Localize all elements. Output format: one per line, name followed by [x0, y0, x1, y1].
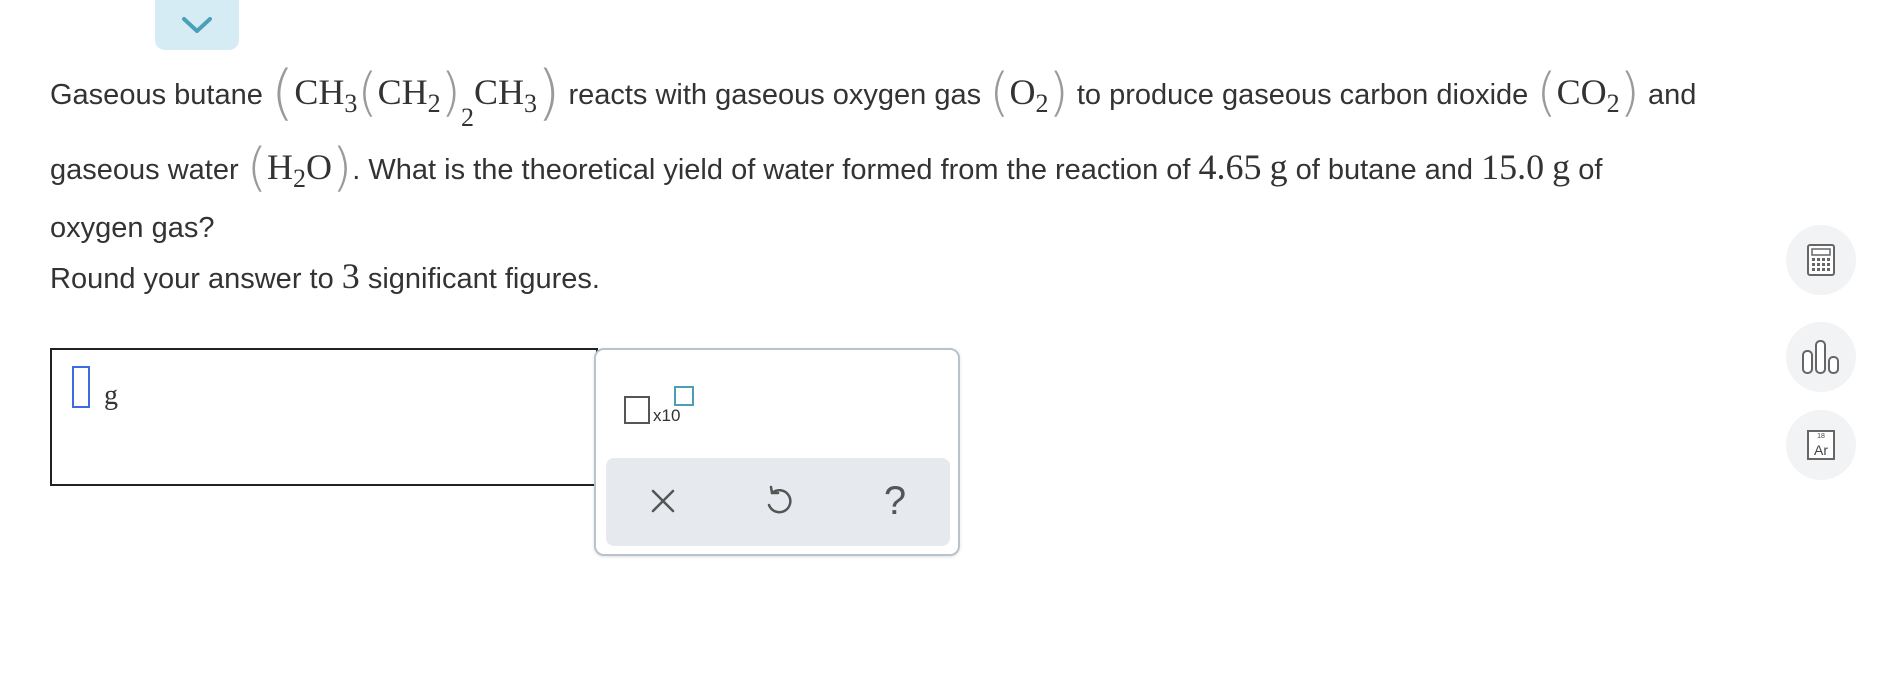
- help-button[interactable]: ?: [870, 476, 920, 526]
- periodic-table-button[interactable]: 18 Ar: [1786, 410, 1856, 480]
- close-icon: [651, 489, 675, 513]
- of-text: of: [1578, 154, 1603, 186]
- and-text: and: [1648, 79, 1697, 111]
- co2-formula: CO2: [1556, 72, 1620, 118]
- undo-icon: [767, 485, 792, 514]
- butane-formula: CH3(CH2)2CH3: [294, 63, 537, 132]
- answer-unit: g: [104, 380, 118, 411]
- water-formula: H2O: [266, 147, 332, 193]
- data-chart-button[interactable]: [1786, 322, 1856, 392]
- question-text: Gaseous butane (CH3(CH2)2CH3) reacts wit…: [50, 56, 1830, 250]
- data-chart-icon: [1802, 340, 1839, 374]
- round-instruction: Round your answer to 3 significant figur…: [50, 256, 600, 296]
- oxygen-mass: 15.0: [1481, 147, 1545, 187]
- question-sentence: . What is the theoretical yield of water…: [352, 154, 1191, 186]
- undo-button[interactable]: [754, 476, 804, 526]
- water-text: gaseous water: [50, 154, 239, 186]
- clear-button[interactable]: [638, 476, 688, 526]
- oxygen-formula: O2: [1009, 72, 1049, 118]
- keypad-actions: ?: [606, 458, 950, 546]
- collapse-button[interactable]: [155, 0, 239, 50]
- calculator-button[interactable]: [1786, 225, 1856, 295]
- periodic-table-icon: 18 Ar: [1807, 430, 1835, 460]
- oxygen-gas-text: oxygen gas?: [50, 212, 215, 244]
- produce-text: to produce gaseous carbon dioxide: [1076, 79, 1529, 111]
- unit-g-2: g: [1552, 147, 1571, 187]
- sci-notation-label: x10: [653, 406, 681, 425]
- question-line-3: oxygen gas?: [50, 206, 1830, 250]
- reacts-text: reacts with gaseous oxygen gas: [568, 79, 982, 111]
- question-line-2: gaseous water (H2O). What is the theoret…: [50, 138, 1603, 198]
- sig-fig-count: 3: [341, 256, 360, 296]
- answer-cursor[interactable]: [72, 366, 90, 408]
- unit-g-1: g: [1269, 147, 1288, 187]
- chevron-down-icon: [182, 17, 212, 33]
- answer-input-box[interactable]: g: [50, 348, 598, 486]
- math-keypad: x10 ?: [594, 348, 960, 556]
- calculator-icon: [1807, 244, 1835, 276]
- butane-mass: 4.65: [1198, 147, 1262, 187]
- question-line-1: Gaseous butane (CH3(CH2)2CH3) reacts wit…: [50, 58, 1697, 132]
- scientific-notation-button[interactable]: x10: [624, 386, 704, 436]
- intro-text: Gaseous butane: [50, 79, 263, 111]
- of-butane-and-text: of butane and: [1295, 154, 1474, 186]
